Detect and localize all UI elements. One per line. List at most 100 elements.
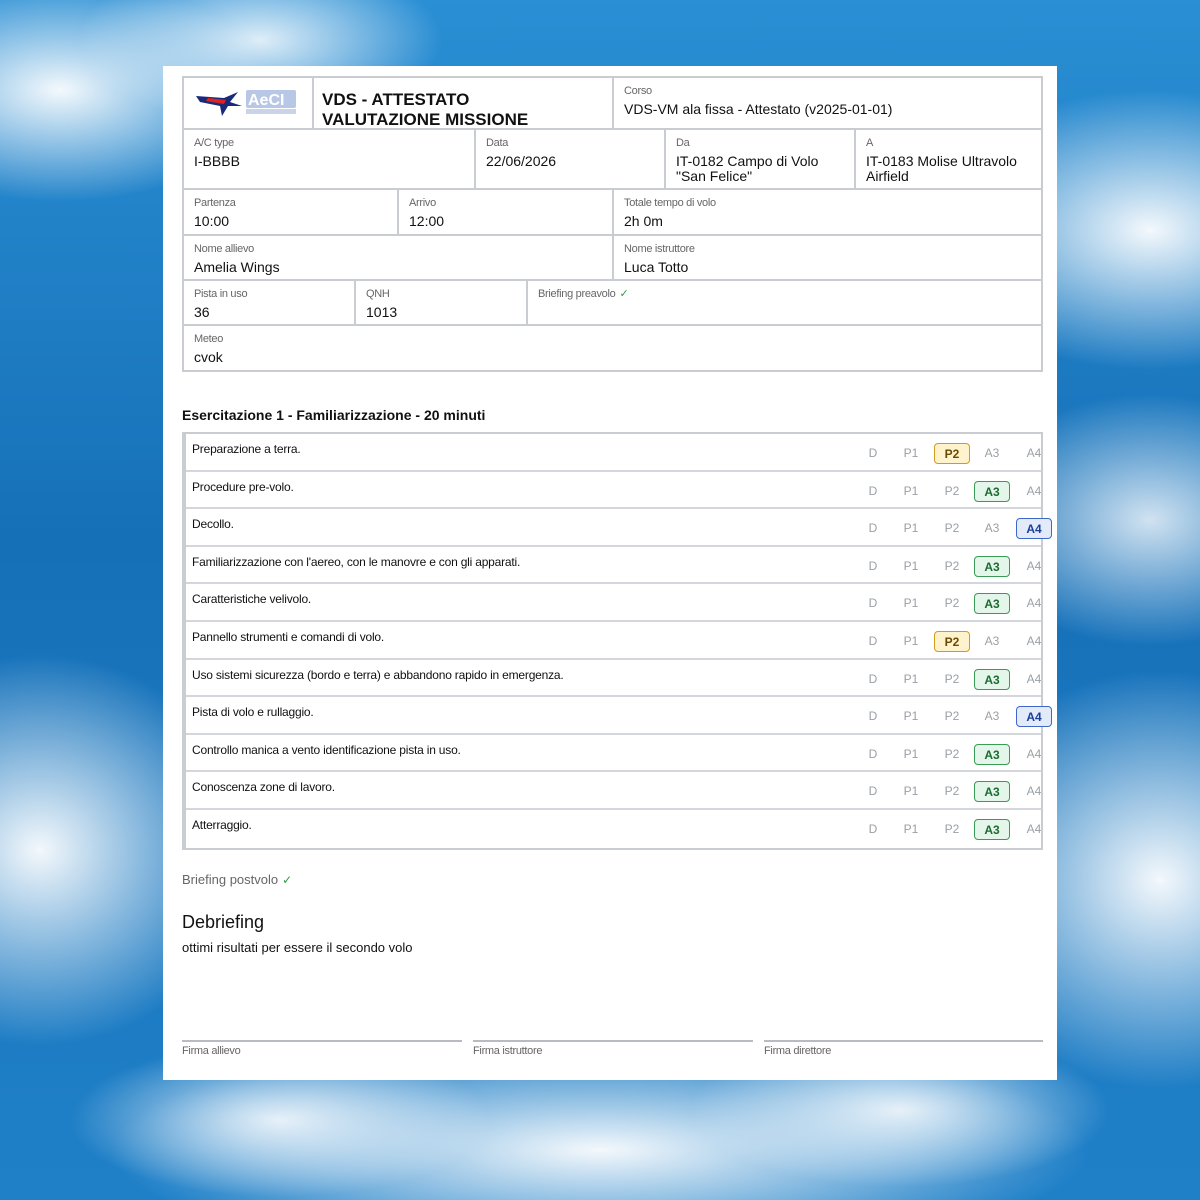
- grade-option-p1[interactable]: P1: [893, 781, 929, 801]
- grade-option-p1[interactable]: P1: [893, 744, 929, 764]
- grade-option-d[interactable]: D: [855, 744, 891, 764]
- corso-cell: Corso VDS-VM ala fissa - Attestato (v202…: [614, 78, 1041, 128]
- grade-option-p2[interactable]: P2: [934, 556, 970, 576]
- grade-option-d[interactable]: D: [855, 669, 891, 689]
- qnh-cell: QNH 1013: [356, 281, 528, 324]
- data-cell: Data 22/06/2026: [476, 130, 666, 188]
- grade-option-p2[interactable]: P2: [934, 819, 970, 839]
- grade-option-d[interactable]: D: [855, 443, 891, 463]
- pista-cell: Pista in uso 36: [184, 281, 356, 324]
- grade-option-p1[interactable]: P1: [893, 631, 929, 651]
- grade-option-a3[interactable]: A3: [974, 668, 1010, 690]
- grade-option-d[interactable]: D: [855, 518, 891, 538]
- grade-selector: D P1 P2 A3 A4: [841, 735, 1041, 771]
- grade-option-a3[interactable]: A3: [974, 743, 1010, 765]
- grade-option-d[interactable]: D: [855, 819, 891, 839]
- exercise-row: Preparazione a terra. D P1 P2 A3 A4: [186, 434, 1041, 472]
- grade-selector: D P1 P2 A3 A4: [841, 472, 1041, 508]
- qnh-value: 1013: [366, 304, 398, 320]
- a-cell: A IT-0183 Molise Ultravolo Airfield: [856, 130, 1041, 188]
- header-row-aircraft: A/C type I-BBBB Data 22/06/2026 Da IT-01…: [184, 130, 1041, 190]
- grade-option-d[interactable]: D: [855, 593, 891, 613]
- signature-student: Firma allievo: [182, 1040, 462, 1057]
- grade-option-p1[interactable]: P1: [893, 481, 929, 501]
- grade-option-p2[interactable]: P2: [934, 443, 970, 464]
- ac-type-value: I-BBBB: [194, 153, 240, 169]
- grade-option-p2[interactable]: P2: [934, 630, 970, 652]
- grade-option-a4[interactable]: A4: [1016, 443, 1052, 463]
- arrival-time: 12:00: [409, 213, 445, 229]
- grade-option-a3[interactable]: A3: [974, 480, 1010, 502]
- grade-option-a4[interactable]: A4: [1016, 669, 1052, 689]
- grade-option-p2[interactable]: P2: [934, 593, 970, 613]
- grade-option-p1[interactable]: P1: [893, 669, 929, 689]
- grade-option-a4[interactable]: A4: [1016, 631, 1052, 651]
- briefing-post: Briefing postvolo ✓: [182, 872, 293, 887]
- meteo-cell: Meteo cvok: [184, 326, 1041, 370]
- meteo-value: cvok: [194, 349, 223, 365]
- grade-selector: D P1 P2 A3 A4: [841, 772, 1041, 808]
- grade-option-d[interactable]: D: [855, 781, 891, 801]
- exercise-row: Conoscenza zone di lavoro. D P1 P2 A3 A4: [186, 772, 1041, 810]
- grade-option-p1[interactable]: P1: [893, 443, 929, 463]
- grade-option-a4[interactable]: A4: [1016, 518, 1052, 540]
- grade-selector: D P1 P2 A3 A4: [841, 660, 1041, 696]
- briefing-pre-label: Briefing preavolo ✓: [538, 288, 629, 300]
- departure-time: 10:00: [194, 213, 230, 229]
- grade-option-p2[interactable]: P2: [934, 706, 970, 726]
- grade-option-a3[interactable]: A3: [974, 555, 1010, 577]
- debriefing-title: Debriefing: [182, 912, 265, 932]
- grade-option-p2[interactable]: P2: [934, 744, 970, 764]
- grade-option-a4[interactable]: A4: [1016, 556, 1052, 576]
- allievo-cell: Nome allievo Amelia Wings: [184, 236, 614, 279]
- ac-type-cell: A/C type I-BBBB: [184, 130, 476, 188]
- corso-value: VDS-VM ala fissa - Attestato (v2025-01-0…: [624, 101, 893, 117]
- grade-option-a4[interactable]: A4: [1016, 706, 1052, 728]
- istruttore-cell: Nome istruttore Luca Totto: [614, 236, 1041, 279]
- departure-airfield: IT-0182 Campo di Volo "San Felice": [676, 153, 819, 184]
- grade-option-p1[interactable]: P1: [893, 556, 929, 576]
- grade-option-d[interactable]: D: [855, 481, 891, 501]
- exercise-row: Pannello strumenti e comandi di volo. D P1…: [186, 622, 1041, 660]
- grade-selector: D P1 P2 A3 A4: [841, 810, 1041, 848]
- grade-option-a4[interactable]: A4: [1016, 593, 1052, 613]
- grade-option-p1[interactable]: P1: [893, 518, 929, 538]
- grade-option-a4[interactable]: A4: [1016, 781, 1052, 801]
- aeci-logo-icon: AeCI: [196, 90, 296, 116]
- grade-option-a4[interactable]: A4: [1016, 481, 1052, 501]
- total-flight-time: 2h 0m: [624, 213, 663, 229]
- exercise-row: Uso sistemi sicurezza (bordo e terra) e …: [186, 660, 1041, 698]
- grade-option-a3[interactable]: A3: [974, 443, 1010, 463]
- grade-selector: D P1 P2 A3 A4: [841, 547, 1041, 583]
- check-icon: ✓: [282, 873, 293, 887]
- grade-option-a3[interactable]: A3: [974, 781, 1010, 803]
- arrivo-cell: Arrivo 12:00: [399, 190, 614, 234]
- grade-option-a4[interactable]: A4: [1016, 744, 1052, 764]
- grade-option-p1[interactable]: P1: [893, 706, 929, 726]
- exercise-table: Preparazione a terra. D P1 P2 A3 A4 Procedure …: [182, 432, 1052, 850]
- grade-option-p2[interactable]: P2: [934, 669, 970, 689]
- grade-option-d[interactable]: D: [855, 706, 891, 726]
- grade-option-p2[interactable]: P2: [934, 481, 970, 501]
- grade-option-a3[interactable]: A3: [974, 593, 1010, 615]
- header-row-runway: Pista in uso 36 QNH 1013 Briefing preavo…: [184, 281, 1041, 326]
- grade-option-a3[interactable]: A3: [974, 518, 1010, 538]
- grade-option-p2[interactable]: P2: [934, 518, 970, 538]
- grade-option-p2[interactable]: P2: [934, 781, 970, 801]
- grade-option-p1[interactable]: P1: [893, 593, 929, 613]
- date-value: 22/06/2026: [486, 153, 557, 169]
- document-title: VDS - ATTESTATO VALUTAZIONE MISSIONE: [322, 90, 529, 128]
- exercise-row: Familiarizzazione con l'aereo, con le ma…: [186, 547, 1041, 585]
- grade-option-a4[interactable]: A4: [1016, 819, 1052, 839]
- grade-option-d[interactable]: D: [855, 631, 891, 651]
- title-cell: VDS - ATTESTATO VALUTAZIONE MISSIONE: [314, 78, 614, 128]
- partenza-cell: Partenza 10:00: [184, 190, 399, 234]
- grade-option-p1[interactable]: P1: [893, 819, 929, 839]
- grade-option-a3[interactable]: A3: [974, 706, 1010, 726]
- grade-option-d[interactable]: D: [855, 556, 891, 576]
- grade-option-a3[interactable]: A3: [974, 818, 1010, 840]
- grade-option-a3[interactable]: A3: [974, 631, 1010, 651]
- exercise-title: Esercitazione 1 - Familiarizzazione - 20…: [182, 407, 486, 423]
- briefing-pre-cell: Briefing preavolo ✓: [528, 281, 1041, 324]
- grade-selector: D P1 P2 A3 A4: [841, 697, 1052, 733]
